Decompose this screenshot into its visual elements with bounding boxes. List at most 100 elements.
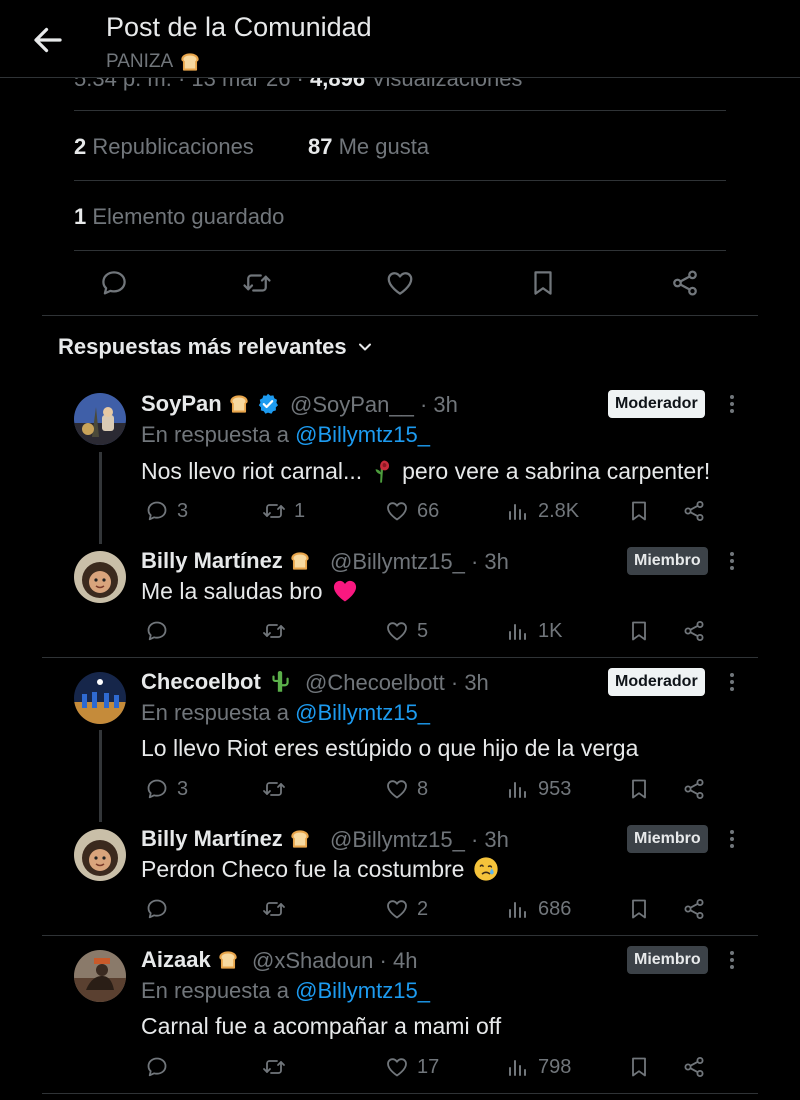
share-button[interactable] (670, 268, 700, 298)
like-count-button[interactable]: 17 (385, 1055, 439, 1079)
reposts-label: Republicaciones (92, 134, 254, 159)
bookmark-button[interactable] (627, 499, 651, 523)
author-handle[interactable]: @xShadoun · 4h (252, 948, 417, 974)
author-handle[interactable]: @SoyPan__ · 3h (290, 392, 458, 418)
share-button[interactable] (682, 777, 706, 801)
author-name[interactable]: Checoelbot (141, 669, 293, 695)
divider (42, 315, 758, 316)
author-name[interactable]: Aizaak (141, 947, 241, 973)
share-button[interactable] (682, 499, 706, 523)
like-count: 66 (417, 499, 440, 522)
bookmark-button[interactable] (627, 619, 651, 643)
bookmark-icon (627, 619, 651, 643)
repost-count-button[interactable] (262, 897, 286, 921)
reply-time: · 3h (450, 670, 489, 695)
repost-count-button[interactable]: 1 (262, 499, 305, 523)
share-button[interactable] (682, 619, 706, 643)
mention-link[interactable]: @Billymtz15_ (295, 978, 430, 1003)
like-count-button[interactable]: 66 (385, 499, 439, 523)
views-count-button[interactable]: 953 (506, 777, 571, 801)
author-handle[interactable]: @Checoelbott · 3h (305, 670, 489, 696)
share-button[interactable] (682, 897, 706, 921)
like-icon (385, 897, 409, 921)
community-name[interactable]: PANIZA (106, 49, 203, 75)
reply-icon (99, 268, 129, 298)
back-button[interactable] (30, 22, 66, 58)
more-icon[interactable] (722, 946, 742, 974)
like-count-button[interactable]: 5 (385, 619, 428, 643)
divider (42, 1093, 758, 1094)
bookmark-icon (528, 268, 558, 298)
member-badge: Miembro (627, 946, 708, 974)
views-count: 1K (538, 619, 563, 642)
author-handle[interactable]: @Billymtz15_ · 3h (330, 827, 509, 853)
views-count-button[interactable]: 1K (506, 619, 562, 643)
mention-link[interactable]: @Billymtz15_ (295, 700, 430, 725)
reply-count-button[interactable] (145, 897, 169, 921)
like-count-button[interactable]: 8 (385, 777, 428, 801)
like-count: 8 (417, 777, 429, 800)
saved-stat[interactable]: 1 Elemento guardado (74, 204, 284, 230)
more-icon[interactable] (722, 390, 742, 418)
saved-label: Elemento guardado (92, 204, 285, 229)
bookmark-button[interactable] (627, 1055, 651, 1079)
like-icon (385, 1055, 409, 1079)
mention-link[interactable]: @Billymtz15_ (295, 422, 430, 447)
avatar[interactable] (74, 950, 126, 1002)
author-name[interactable]: Billy Martínez (141, 548, 313, 574)
share-icon (670, 268, 700, 298)
bookmark-button[interactable] (528, 268, 558, 298)
bread-icon (287, 548, 313, 574)
reposts-stat[interactable]: 2 Republicaciones (74, 134, 254, 160)
avatar[interactable] (74, 551, 126, 603)
like-count: 2 (417, 897, 429, 920)
divider (74, 250, 726, 251)
reply-count-button[interactable]: 3 (145, 499, 188, 523)
views-icon (506, 777, 530, 801)
likes-label: Me gusta (338, 134, 430, 159)
repost-icon (262, 897, 286, 921)
views-count: 953 (538, 777, 572, 800)
share-button[interactable] (682, 1055, 706, 1079)
replies-sort-dropdown[interactable]: Respuestas más relevantes (58, 334, 375, 360)
bookmark-button[interactable] (627, 897, 651, 921)
moderator-badge: Moderador (608, 390, 705, 418)
more-icon[interactable] (722, 547, 742, 575)
author-name-text: Billy Martínez (141, 826, 283, 851)
avatar[interactable] (74, 829, 126, 881)
more-icon[interactable] (722, 825, 742, 853)
avatar[interactable] (74, 393, 126, 445)
back-arrow-icon (34, 27, 62, 53)
views-count-button[interactable]: 798 (506, 1055, 571, 1079)
like-button[interactable] (385, 268, 415, 298)
reply-time: · 3h (470, 549, 509, 574)
like-count-button[interactable]: 2 (385, 897, 428, 921)
reply-button[interactable] (99, 268, 129, 298)
repost-button[interactable] (242, 268, 272, 298)
author-name[interactable]: Billy Martínez (141, 826, 313, 852)
views-count-button[interactable]: 686 (506, 897, 571, 921)
author-name[interactable]: SoyPan (141, 391, 280, 417)
reply-text-part: Nos llevo riot carnal... (141, 457, 363, 484)
likes-count: 87 (308, 134, 333, 159)
repost-count-button[interactable] (262, 619, 286, 643)
more-icon[interactable] (722, 668, 742, 696)
author-handle[interactable]: @Billymtz15_ · 3h (330, 549, 509, 575)
reply-context-prefix: En respuesta a (141, 422, 289, 447)
repost-count-button[interactable] (262, 777, 286, 801)
reply-count-button[interactable] (145, 1055, 169, 1079)
member-badge: Miembro (627, 825, 708, 853)
reply-text: Lo llevo Riot eres estúpido o que hijo d… (141, 735, 639, 761)
avatar[interactable] (74, 672, 126, 724)
likes-stat[interactable]: 87 Me gusta (308, 134, 429, 160)
reply-time: · 4h (379, 948, 418, 973)
author-handle-text: @xShadoun (252, 948, 374, 973)
views-count-button[interactable]: 2.8K (506, 499, 579, 523)
reply-text-part: pero vere a sabrina carpenter! (402, 457, 711, 484)
bookmark-button[interactable] (627, 777, 651, 801)
repost-count-button[interactable] (262, 1055, 286, 1079)
views-count: 798 (538, 1055, 572, 1078)
reply-count-button[interactable] (145, 619, 169, 643)
reply-count-button[interactable]: 3 (145, 777, 188, 801)
repost-count: 1 (294, 499, 306, 522)
